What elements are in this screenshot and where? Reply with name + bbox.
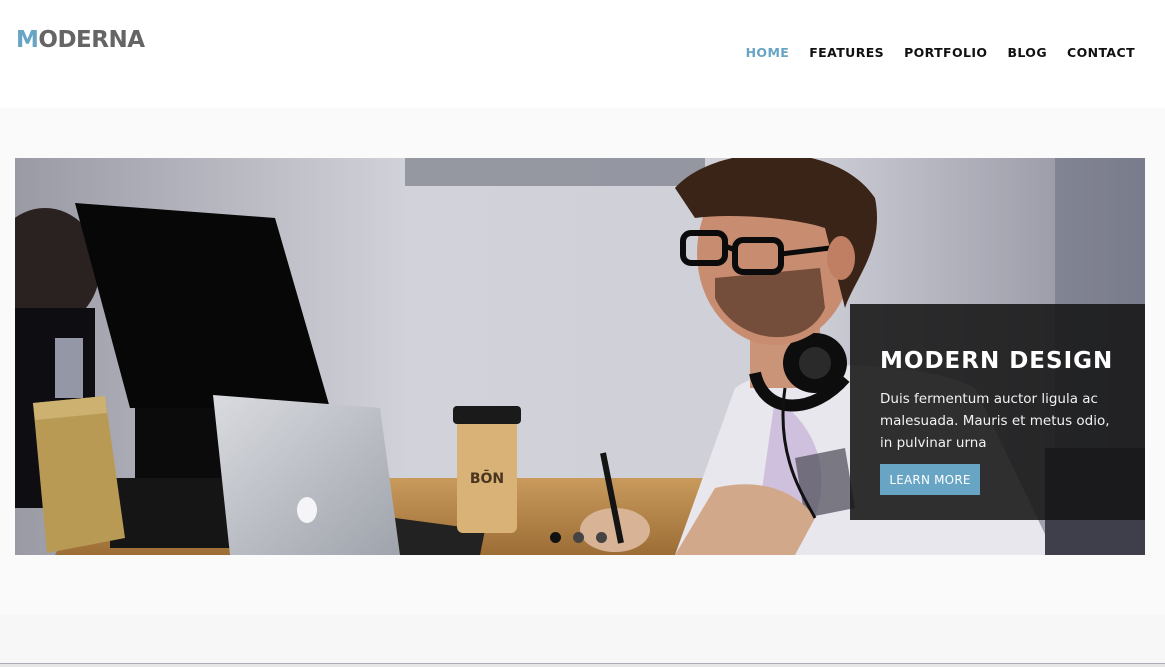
nav-contact[interactable]: CONTACT bbox=[1057, 45, 1145, 60]
slide-caption: MODERN DESIGN Duis fermentum auctor ligu… bbox=[850, 304, 1145, 520]
logo-rest: ODERNA bbox=[38, 27, 145, 53]
nav-portfolio[interactable]: PORTFOLIO bbox=[894, 45, 997, 60]
page-bottom-edge bbox=[0, 663, 1165, 667]
slide-caption-title: MODERN DESIGN bbox=[880, 348, 1114, 374]
site-header: MODERNA HOME FEATURES PORTFOLIO BLOG CON… bbox=[0, 0, 1165, 108]
slider-dot-3[interactable] bbox=[596, 532, 607, 543]
site-logo[interactable]: MODERNA bbox=[16, 27, 145, 53]
slider-dot-1[interactable] bbox=[550, 532, 561, 543]
cup-label: BŌN bbox=[470, 469, 504, 487]
slide-caption-text: Duis fermentum auctor ligula ac malesuad… bbox=[880, 391, 1110, 451]
nav-features[interactable]: FEATURES bbox=[799, 45, 894, 60]
slider-dot-2[interactable] bbox=[573, 532, 584, 543]
slider-pagination bbox=[550, 532, 607, 543]
main-nav: HOME FEATURES PORTFOLIO BLOG CONTACT bbox=[736, 45, 1145, 60]
logo-initial: M bbox=[16, 27, 39, 53]
nav-blog[interactable]: BLOG bbox=[997, 45, 1057, 60]
learn-more-button[interactable]: LEARN MORE bbox=[880, 464, 980, 495]
nav-home[interactable]: HOME bbox=[736, 45, 800, 60]
